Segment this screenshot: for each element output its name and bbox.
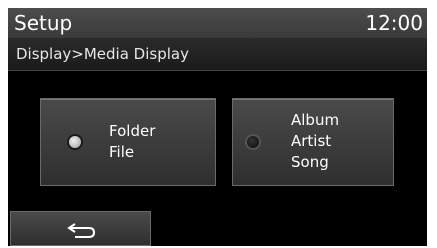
back-button[interactable] — [10, 211, 151, 246]
option-line: Artist — [291, 132, 332, 150]
option-line: Folder — [109, 122, 156, 140]
album-artist-song-option-button[interactable]: Album Artist Song — [232, 98, 394, 186]
breadcrumb: Display>Media Display — [8, 38, 427, 71]
radio-unselected-icon — [247, 136, 259, 148]
radio-selected-icon — [69, 136, 81, 148]
option-line: Album — [291, 111, 340, 129]
screen: Setup 12:00 Display>Media Display Folder… — [0, 0, 437, 248]
folder-file-option-button[interactable]: Folder File — [40, 98, 216, 186]
setup-panel: Setup 12:00 Display>Media Display Folder… — [8, 8, 427, 246]
title-bar: Setup 12:00 — [8, 8, 427, 38]
option-line: File — [109, 143, 135, 161]
clock: 12:00 — [365, 11, 423, 35]
album-artist-song-option-label: Album Artist Song — [291, 110, 339, 173]
folder-file-option-label: Folder File — [109, 121, 155, 163]
option-line: Song — [291, 153, 329, 171]
page-title: Setup — [14, 11, 73, 35]
breadcrumb-text: Display>Media Display — [16, 45, 189, 63]
back-arrow-icon — [67, 223, 96, 238]
